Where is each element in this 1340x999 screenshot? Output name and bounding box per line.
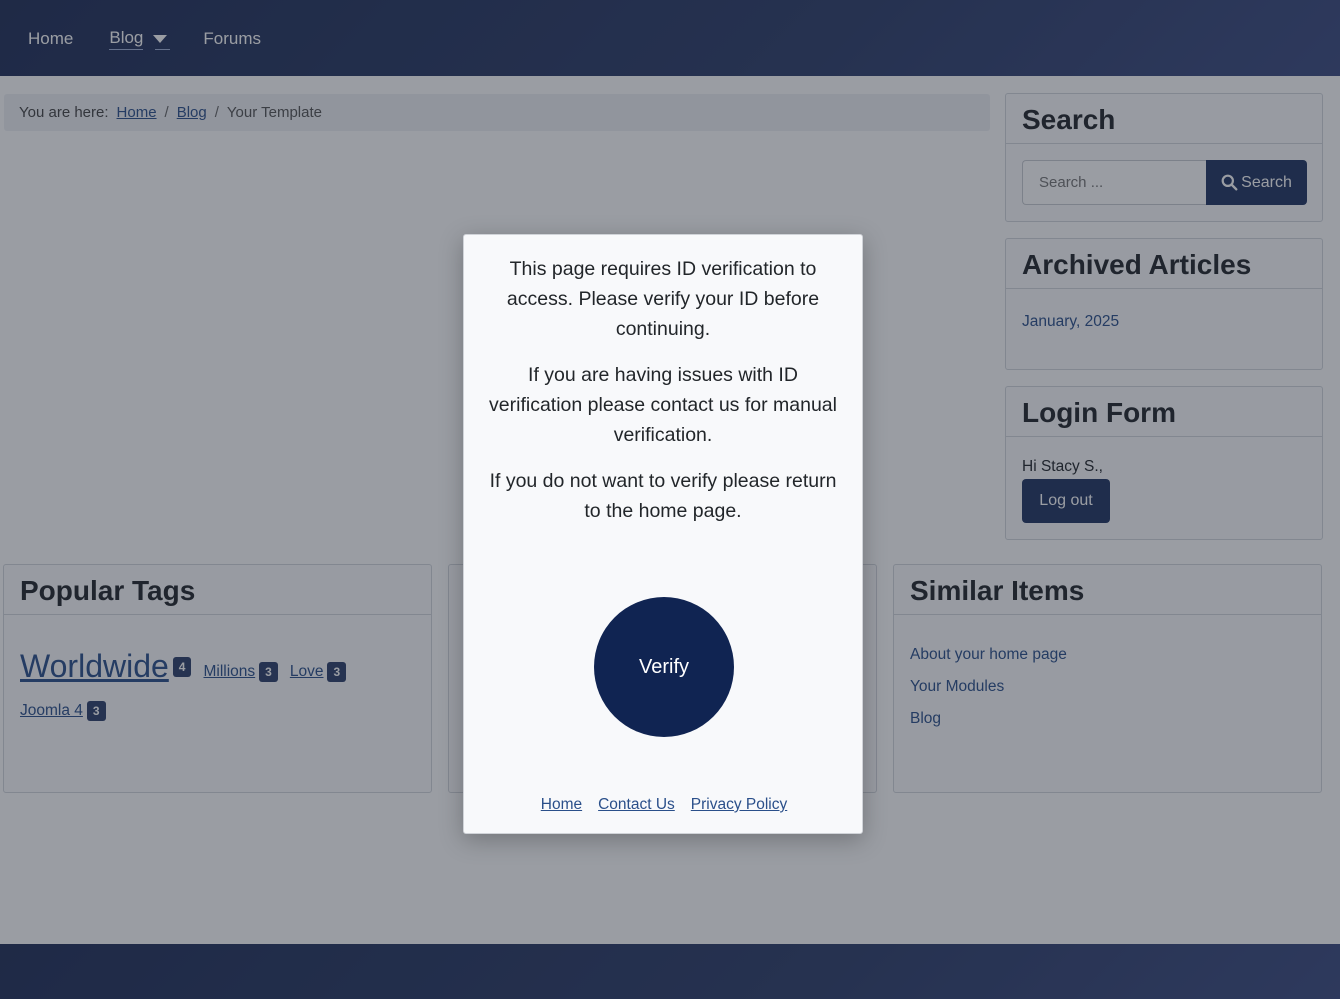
modal-footer-links: Home Contact Us Privacy Policy bbox=[464, 796, 864, 814]
verify-button[interactable]: Verify bbox=[594, 597, 734, 737]
id-verification-modal: This page requires ID verification to ac… bbox=[463, 234, 863, 834]
modal-message: If you do not want to verify please retu… bbox=[489, 470, 837, 522]
modal-message: If you are having issues with ID verific… bbox=[489, 364, 837, 446]
modal-link-home[interactable]: Home bbox=[541, 796, 582, 814]
modal-link-contact-us[interactable]: Contact Us bbox=[598, 796, 675, 814]
modal-message: This page requires ID verification to ac… bbox=[506, 258, 820, 340]
modal-link-privacy-policy[interactable]: Privacy Policy bbox=[691, 796, 787, 814]
